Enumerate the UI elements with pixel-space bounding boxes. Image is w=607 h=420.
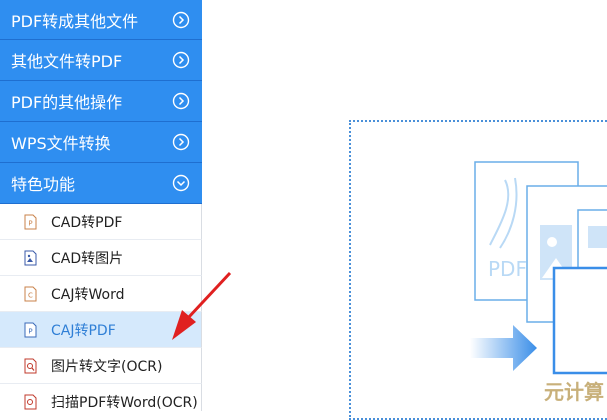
- chevron-down-icon: [172, 174, 190, 192]
- category-special-features[interactable]: 特色功能: [0, 163, 202, 204]
- chevron-right-icon: [172, 11, 190, 28]
- ocr-search-icon: [24, 358, 37, 373]
- sidebar-item-scan-pdf-to-word-ocr[interactable]: 扫描PDF转Word(OCR): [0, 384, 202, 411]
- category-pdf-to-other[interactable]: PDF转成其他文件: [0, 0, 202, 40]
- svg-text:P: P: [28, 327, 32, 335]
- category-label: PDF的其他操作: [11, 93, 123, 112]
- category-label: 特色功能: [11, 175, 76, 194]
- pdf-file-icon: P: [24, 322, 37, 337]
- category-label: 其他文件转PDF: [11, 52, 123, 71]
- watermark: 元计算: [544, 380, 604, 404]
- sidebar-item-label: CAJ转Word: [51, 286, 125, 303]
- caj-file-icon: C: [24, 286, 37, 301]
- sidebar-item-label: CAJ转PDF: [51, 322, 116, 339]
- file-drop-zone[interactable]: [349, 120, 607, 420]
- svg-text:P: P: [28, 219, 32, 227]
- sidebar-item-label: 图片转文字(OCR): [51, 358, 163, 375]
- category-label: PDF转成其他文件: [11, 11, 139, 31]
- scan-file-icon: [24, 394, 37, 409]
- sidebar-item-cad-to-pdf[interactable]: P CAD转PDF: [0, 204, 202, 240]
- sidebar-item-label: 扫描PDF转Word(OCR): [51, 394, 198, 411]
- image-file-icon: [24, 250, 37, 265]
- sidebar-item-image-to-text-ocr[interactable]: 图片转文字(OCR): [0, 348, 202, 384]
- category-pdf-other-ops[interactable]: PDF的其他操作: [0, 81, 202, 122]
- chevron-right-icon: [172, 133, 190, 151]
- pdf-file-icon: P: [24, 214, 37, 229]
- category-other-to-pdf[interactable]: 其他文件转PDF: [0, 40, 202, 81]
- sidebar-item-caj-to-word[interactable]: C CAJ转Word: [0, 276, 202, 312]
- sidebar-item-label: CAD转PDF: [51, 214, 123, 231]
- chevron-right-icon: [172, 51, 190, 69]
- sidebar: PDF转成其他文件 其他文件转PDF PDF的其他操作 WPS文件转换 特色功能…: [0, 0, 202, 411]
- sidebar-item-label: CAD转图片: [51, 250, 124, 267]
- sidebar-item-caj-to-pdf[interactable]: P CAJ转PDF: [0, 312, 202, 348]
- svg-text:C: C: [28, 291, 33, 299]
- sidebar-item-cad-to-image[interactable]: CAD转图片: [0, 240, 202, 276]
- chevron-right-icon: [172, 92, 190, 110]
- category-label: WPS文件转换: [11, 134, 111, 153]
- category-wps-convert[interactable]: WPS文件转换: [0, 122, 202, 163]
